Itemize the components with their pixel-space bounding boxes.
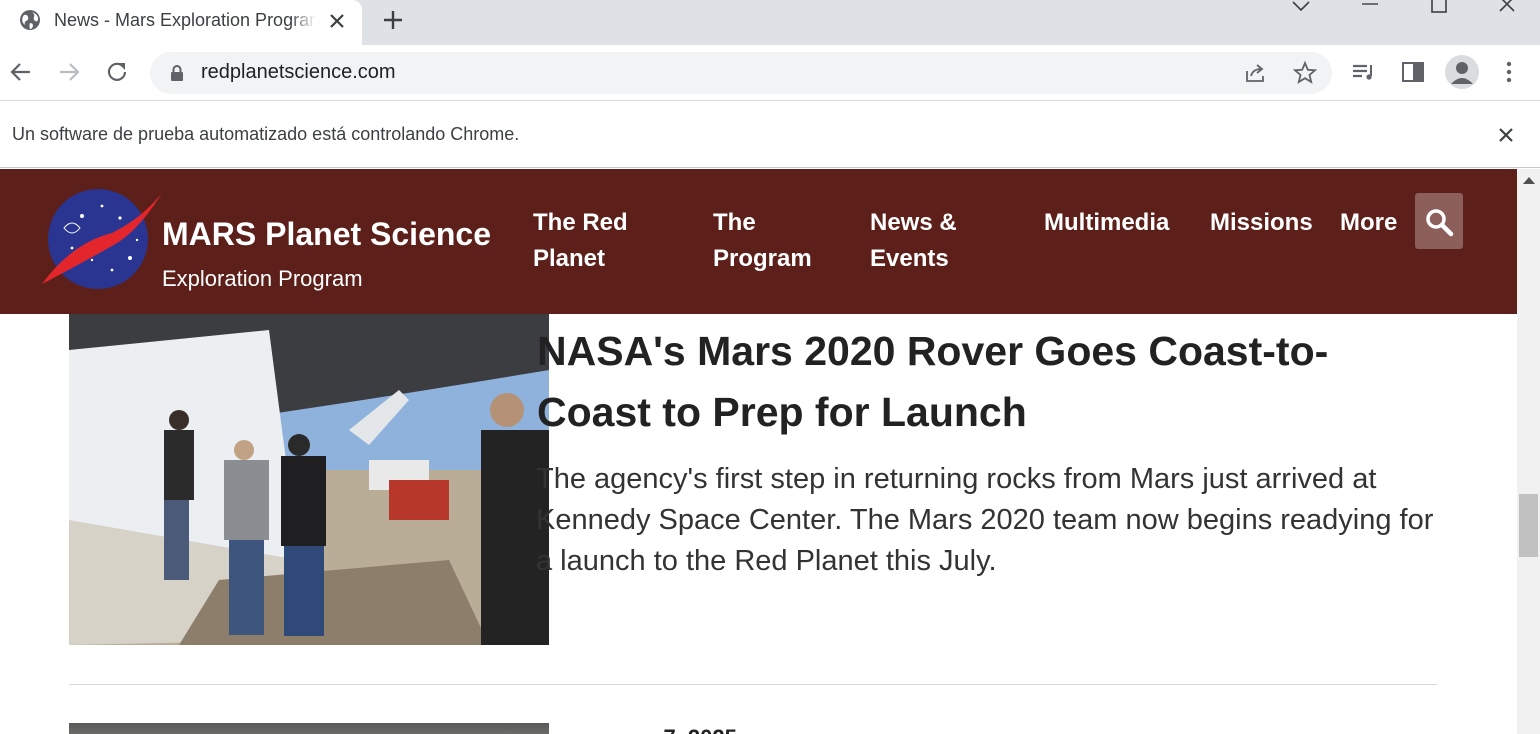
site-search-button[interactable] <box>1415 193 1463 249</box>
forward-arrow-icon[interactable] <box>56 59 82 85</box>
maximize-icon[interactable] <box>1430 0 1448 14</box>
next-article-image[interactable] <box>69 723 549 734</box>
article-description: The agency's first step in returning roc… <box>536 463 1434 577</box>
browser-tab[interactable]: News - Mars Exploration Program <box>0 0 362 45</box>
page-viewport: NASA's Mars 2020 Rover Goes Coast-to-Coa… <box>0 169 1540 734</box>
nav-label-line1: The Red <box>533 209 628 236</box>
article-title[interactable]: NASA's Mars 2020 Rover Goes Coast-to-Coa… <box>537 321 1417 443</box>
rover-transport-photo <box>69 310 549 645</box>
automation-infobar: Un software de prueba automatizado está … <box>0 101 1540 168</box>
nav-more[interactable]: More <box>1340 205 1397 241</box>
article-image[interactable] <box>69 310 549 645</box>
nav-label-line1: News & <box>870 209 957 236</box>
nav-the-red-planet[interactable]: The Red Planet <box>533 205 628 277</box>
nav-the-program[interactable]: The Program <box>713 205 812 277</box>
search-icon <box>1426 209 1454 237</box>
url-text[interactable]: redplanetscience.com <box>201 61 396 84</box>
tab-title: News - Mars Exploration Program <box>54 10 316 31</box>
nav-news-events[interactable]: News & Events <box>870 205 957 277</box>
nav-label-line1: More <box>1340 209 1398 236</box>
tab-close-icon[interactable] <box>326 10 348 32</box>
nav-label-line2: Planet <box>533 245 606 272</box>
tab-search-icon[interactable] <box>1290 0 1312 14</box>
page-scrollbar[interactable] <box>1517 169 1540 734</box>
infobar-close-icon[interactable] <box>1496 125 1516 145</box>
nav-label-line1: The <box>713 209 756 236</box>
infobar-message: Un software de prueba automatizado está … <box>12 124 520 144</box>
browser-toolbar: redplanetscience.com <box>0 45 1540 101</box>
site-subtitle: Exploration Program <box>162 266 363 291</box>
menu-dots-icon[interactable] <box>1496 59 1522 85</box>
bookmark-star-icon[interactable] <box>1292 60 1318 86</box>
scrollbar-thumb[interactable] <box>1519 494 1538 557</box>
article-divider <box>69 684 1437 685</box>
nav-label-line1: Multimedia <box>1044 209 1170 236</box>
site-title[interactable]: MARS Planet Science <box>162 216 491 253</box>
globe-icon <box>20 10 40 30</box>
next-article-date: ... 7, 2025 <box>639 725 737 734</box>
nav-missions[interactable]: Missions <box>1210 205 1313 241</box>
tab-strip: News - Mars Exploration Program <box>0 0 1540 45</box>
lock-icon[interactable] <box>169 64 185 82</box>
reload-icon[interactable] <box>104 59 130 85</box>
address-bar[interactable]: redplanetscience.com <box>150 52 1332 94</box>
back-arrow-icon[interactable] <box>8 59 34 85</box>
minimize-icon[interactable] <box>1360 0 1380 14</box>
window-close-icon[interactable] <box>1497 0 1517 14</box>
side-panel-icon[interactable] <box>1400 59 1426 85</box>
site-header: MARS Planet Science Exploration Program … <box>0 169 1517 314</box>
profile-avatar[interactable] <box>1445 55 1479 89</box>
nav-multimedia[interactable]: Multimedia <box>1044 205 1169 241</box>
reading-list-icon[interactable] <box>1351 59 1377 85</box>
nav-label-line2: Events <box>870 245 949 272</box>
share-icon[interactable] <box>1244 61 1268 85</box>
nav-label-line2: Program <box>713 245 812 272</box>
profile-icon <box>1451 62 1473 84</box>
new-tab-icon[interactable] <box>380 7 406 33</box>
nav-label-line1: Missions <box>1210 209 1313 236</box>
scroll-up-arrow-icon[interactable] <box>1523 177 1535 184</box>
nasa-meatball-logo-icon[interactable] <box>42 188 164 290</box>
